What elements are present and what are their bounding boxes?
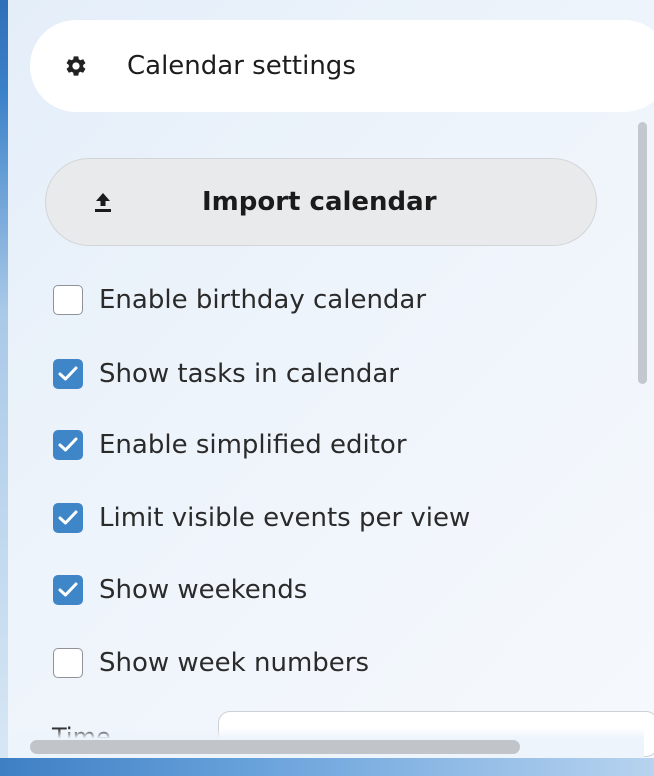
option-show-week-numbers[interactable]: Show week numbers — [53, 643, 369, 683]
gear-icon — [66, 56, 86, 76]
option-limit-visible-events[interactable]: Limit visible events per view — [53, 498, 470, 538]
option-show-weekends[interactable]: Show weekends — [53, 570, 307, 610]
option-show-tasks-in-calendar[interactable]: Show tasks in calendar — [53, 354, 399, 394]
horizontal-scrollbar[interactable] — [30, 740, 520, 754]
settings-title: Calendar settings — [127, 51, 356, 81]
option-label: Enable simplified editor — [99, 430, 407, 460]
option-label: Show week numbers — [99, 648, 370, 678]
option-label: Show tasks in calendar — [99, 359, 399, 389]
option-label: Enable birthday calendar — [99, 285, 427, 315]
vertical-scrollbar[interactable] — [638, 122, 647, 384]
option-label: Limit visible events per view — [99, 503, 471, 533]
checkmark-icon — [58, 366, 78, 381]
checkmark-icon — [58, 437, 78, 452]
checkbox-checked[interactable] — [53, 430, 83, 460]
checkmark-icon — [58, 582, 78, 597]
checkbox-checked[interactable] — [53, 359, 83, 389]
checkbox-checked[interactable] — [53, 575, 83, 605]
checkmark-icon — [58, 510, 78, 525]
upload-icon — [95, 193, 111, 212]
option-enable-simplified-editor[interactable]: Enable simplified editor — [53, 425, 407, 465]
desktop-bottom-edge — [0, 758, 654, 776]
checkbox-unchecked[interactable] — [53, 285, 83, 315]
option-enable-birthday-calendar[interactable]: Enable birthday calendar — [53, 280, 426, 320]
import-calendar-button[interactable]: Import calendar — [45, 158, 597, 246]
checkbox-checked[interactable] — [53, 503, 83, 533]
calendar-settings-toggle[interactable]: Calendar settings — [30, 20, 654, 112]
option-label: Show weekends — [99, 575, 308, 605]
import-calendar-label: Import calendar — [202, 187, 437, 217]
checkbox-unchecked[interactable] — [53, 648, 83, 678]
